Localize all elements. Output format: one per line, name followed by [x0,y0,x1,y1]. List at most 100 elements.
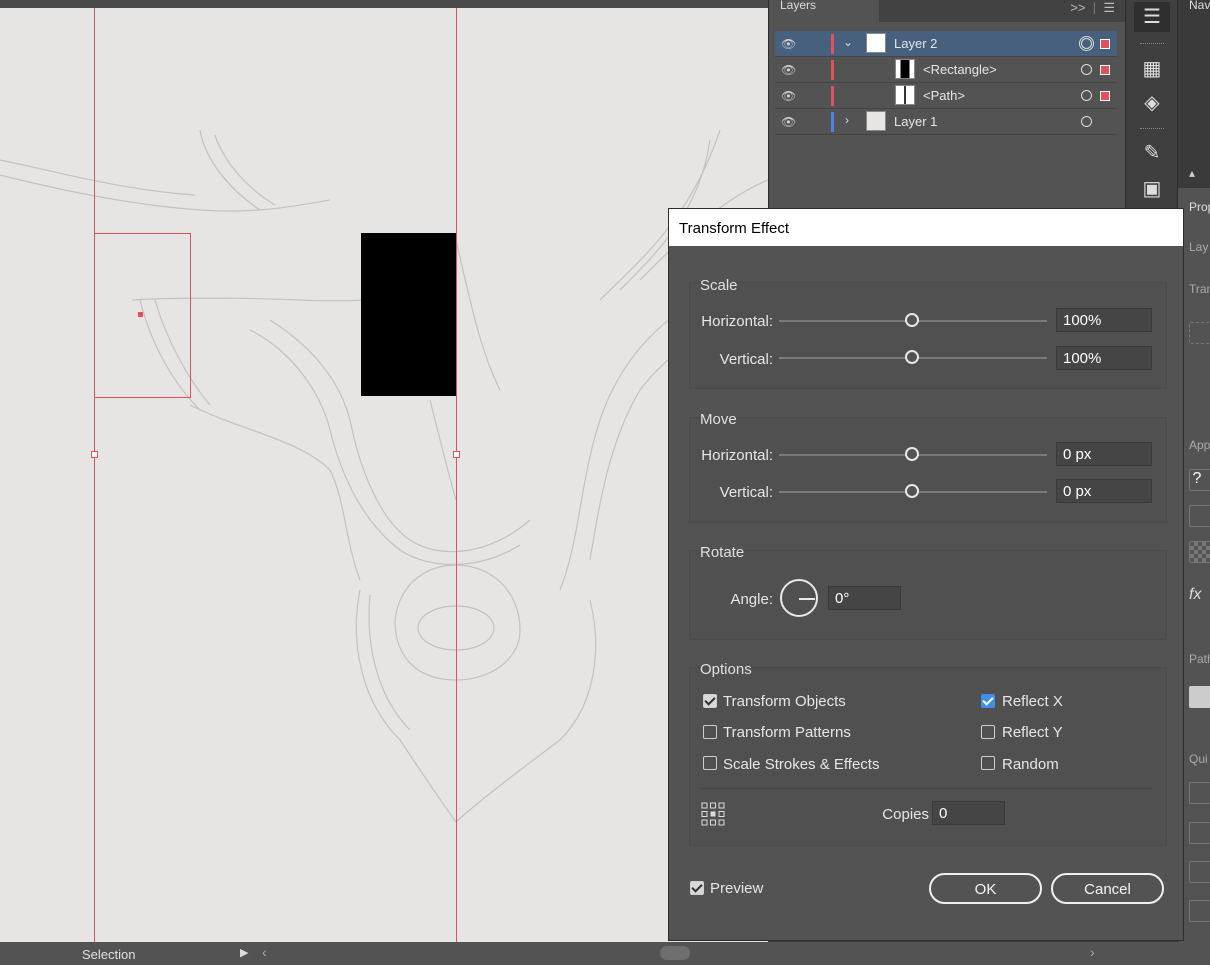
selection-indicator-square[interactable] [1100,39,1110,49]
transform-patterns-checkbox[interactable] [703,725,717,739]
sublayer-name[interactable]: <Rectangle> [923,62,997,77]
layer-row-layer-2[interactable]: 👁 ⌄ Layer 2 [775,31,1117,57]
move-group [689,417,1167,523]
reflect-x-label[interactable]: Reflect X [1002,693,1063,710]
move-group-title: Move [700,411,737,428]
reference-point-icon[interactable] [1189,322,1210,344]
transform-effect-dialog: Transform Effect Scale Horizontal: 100% … [668,208,1184,941]
reflect-y-checkbox[interactable] [981,725,995,739]
path-thumbnail [895,85,915,105]
transform-patterns-label[interactable]: Transform Patterns [723,724,851,741]
scroll-left-icon[interactable]: ‹ [262,944,267,960]
copies-input[interactable]: 0 [932,801,1005,825]
angle-dial-icon[interactable] [780,579,818,617]
bounding-box-handle-left[interactable] [91,451,98,458]
ok-button[interactable]: OK [929,873,1042,904]
layer-row-path[interactable]: 👁 <Path> [775,83,1117,109]
current-tool-label[interactable]: Selection [82,947,135,962]
pathfinder-unite-icon[interactable] [1189,686,1210,708]
visibility-eye-icon[interactable]: 👁 [781,89,796,103]
chevron-right-icon[interactable]: › [845,113,849,127]
target-ring-icon[interactable] [1081,90,1092,101]
move-vertical-input[interactable]: 0 px [1056,479,1152,503]
hamburger-menu-icon[interactable]: ☰ [1103,0,1115,15]
layer-name[interactable]: Layer 2 [894,36,937,51]
artboard-canvas[interactable] [0,0,768,942]
visibility-eye-icon[interactable]: 👁 [781,63,796,77]
cancel-button[interactable]: Cancel [1051,873,1164,904]
navigator-tab-label[interactable]: Nav [1189,0,1210,12]
angle-input[interactable]: 0° [828,586,901,610]
scale-group-title: Scale [700,277,738,294]
quick-action-button[interactable] [1189,861,1210,883]
transform-objects-checkbox[interactable] [703,694,717,708]
brushes-icon[interactable]: ✎ [1134,138,1170,168]
navigator-panel [1178,0,1210,188]
scroll-right-icon[interactable]: › [1090,944,1095,960]
target-ring-icon[interactable] [1081,116,1092,127]
reflect-y-label[interactable]: Reflect Y [1002,724,1063,741]
scale-strokes-label[interactable]: Scale Strokes & Effects [723,756,879,773]
pathfinder-section-label: Path [1189,652,1210,666]
preview-checkbox[interactable] [690,881,704,895]
move-vertical-label: Vertical: [719,484,773,501]
random-checkbox[interactable] [981,756,995,770]
layer-name[interactable]: Layer 1 [894,114,937,129]
rotate-group-title: Rotate [700,544,745,561]
layer-color-bar [831,60,834,80]
scale-horizontal-input[interactable]: 100% [1056,308,1152,332]
fx-icon[interactable]: fx [1189,586,1201,604]
move-horizontal-label: Horizontal: [701,447,773,464]
move-horizontal-slider-thumb[interactable] [905,447,919,461]
sublayer-name[interactable]: <Path> [923,88,965,103]
reflect-x-checkbox[interactable] [981,694,995,708]
target-ring-icon[interactable] [1081,64,1092,75]
visibility-eye-icon[interactable]: 👁 [781,37,796,51]
properties-tab-label[interactable]: Prop [1189,200,1210,214]
black-rectangle-object[interactable] [361,233,456,396]
preview-label[interactable]: Preview [710,880,763,897]
bounding-box-handle-right[interactable] [453,451,460,458]
transform-section-label: Tran [1189,282,1210,296]
layer-row-layer-1[interactable]: 👁 › Layer 1 [775,109,1117,135]
dialog-title[interactable]: Transform Effect [669,209,1183,246]
layers-stack-icon[interactable]: ☰ [1134,2,1170,32]
horizontal-scrollbar-thumb[interactable] [660,946,690,960]
pencil-sketch-image [0,129,768,823]
random-label[interactable]: Random [1002,756,1059,773]
move-horizontal-input[interactable]: 0 px [1056,442,1152,466]
scale-strokes-checkbox[interactable] [703,756,717,770]
scale-horizontal-slider-thumb[interactable] [905,313,919,327]
play-triangle-icon[interactable]: ▶ [240,946,248,959]
path-anchor-point[interactable] [138,312,143,317]
layers-tab[interactable]: Layers [769,0,879,22]
quick-action-button[interactable] [1189,782,1210,804]
angle-label: Angle: [730,591,773,608]
target-ring-icon[interactable] [1079,36,1094,51]
scale-vertical-label: Vertical: [719,351,773,368]
color-palette-icon[interactable]: ◈ [1134,88,1170,118]
move-vertical-slider-thumb[interactable] [905,484,919,498]
collapse-up-icon[interactable]: ▴ [1189,166,1195,180]
stroke-swatch-icon[interactable] [1189,505,1210,527]
selection-indicator-square[interactable] [1100,65,1110,75]
double-chevron-right-icon[interactable]: >> [1070,0,1085,15]
unknown-fill-box[interactable]: ? [1189,469,1210,491]
opacity-checker-icon[interactable] [1189,541,1210,563]
quick-action-button[interactable] [1189,900,1210,922]
artboards-icon[interactable]: ▣ [1134,174,1170,204]
reference-point-locator-icon[interactable] [701,802,725,826]
layer-thumbnail [866,111,886,131]
transform-objects-label[interactable]: Transform Objects [723,693,846,710]
quick-action-button[interactable] [1189,822,1210,844]
chevron-down-icon[interactable]: ⌄ [843,35,853,49]
swatches-grid-icon[interactable]: ▦ [1134,54,1170,84]
layer-row-rectangle[interactable]: 👁 <Rectangle> [775,57,1117,83]
layer-thumbnail [866,33,886,53]
visibility-eye-icon[interactable]: 👁 [781,115,796,129]
strip-grip [1140,128,1164,131]
scale-vertical-slider-thumb[interactable] [905,350,919,364]
scale-vertical-input[interactable]: 100% [1056,346,1152,370]
selection-indicator-square[interactable] [1100,91,1110,101]
layer-color-bar [831,34,834,54]
